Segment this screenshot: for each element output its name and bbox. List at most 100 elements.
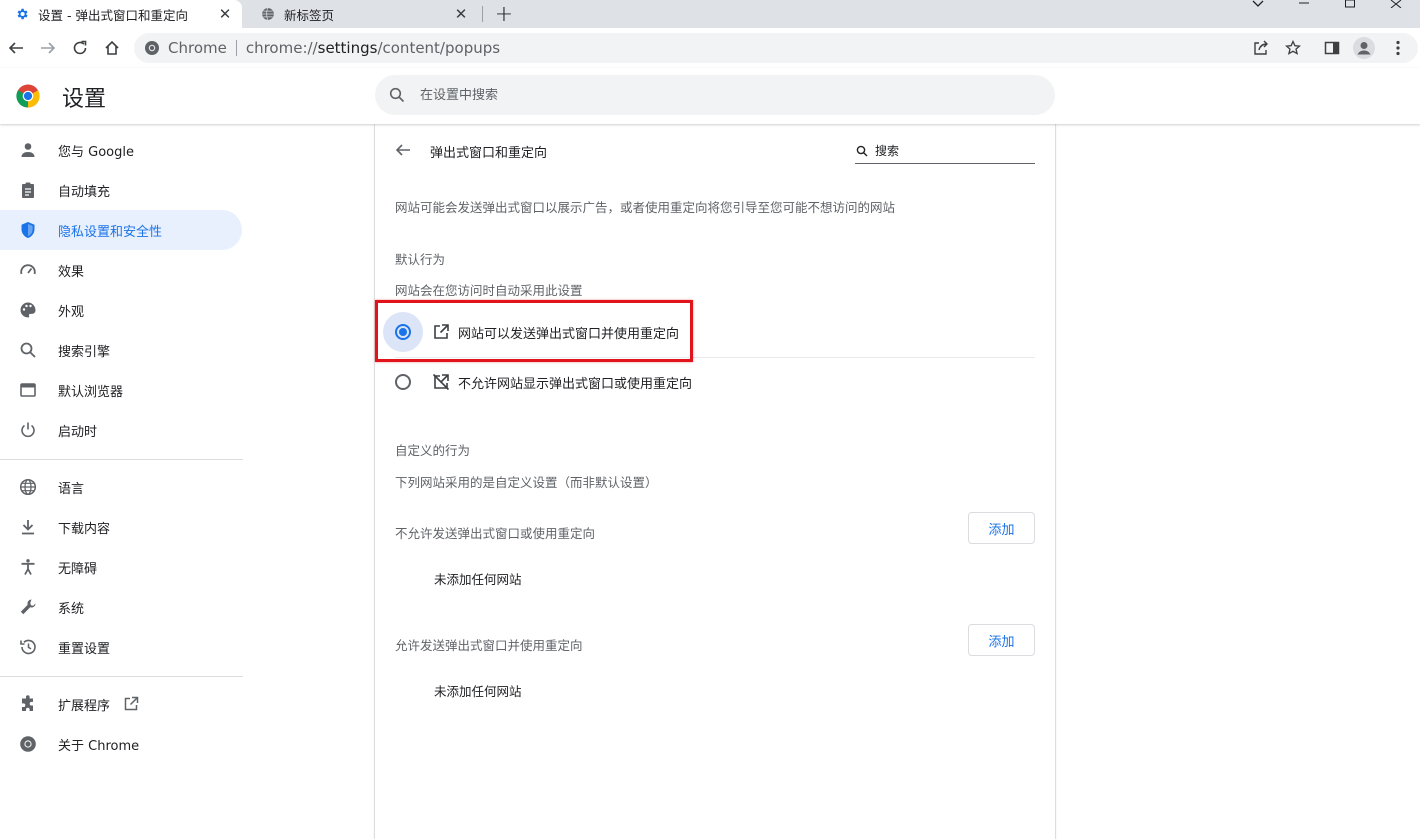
profile-avatar-icon[interactable] xyxy=(1352,36,1376,60)
default-behavior-subtext: 网站会在您访问时自动采用此设置 xyxy=(395,283,583,298)
custom-behavior-subtext: 下列网站采用的是自定义设置（而非默认设置） xyxy=(395,475,658,490)
share-icon[interactable] xyxy=(1249,36,1273,60)
page-title: 设置 xyxy=(62,87,107,112)
sidebar-item-label: 下载内容 xyxy=(58,521,111,537)
sidebar-item-label: 系统 xyxy=(58,601,85,617)
search-icon xyxy=(18,340,38,360)
reload-icon[interactable] xyxy=(68,36,92,60)
new-tab-button[interactable]: + xyxy=(492,2,516,27)
sidebar-item-appearance[interactable]: 外观 xyxy=(0,290,242,330)
tab-settings[interactable]: 设置 - 弹出式窗口和重定向 ✕ xyxy=(0,0,242,28)
close-icon[interactable]: ✕ xyxy=(452,5,470,23)
sidebar-item-label: 外观 xyxy=(58,304,85,320)
maximize-button[interactable] xyxy=(1330,0,1370,10)
sidebar-item-label: 您与 Google xyxy=(58,144,134,160)
settings-search-box[interactable] xyxy=(375,75,1055,115)
forward-arrow-icon[interactable] xyxy=(36,36,60,60)
sidebar-item-privacy-security[interactable]: 隐私设置和安全性 xyxy=(0,210,242,250)
clipboard-icon xyxy=(18,180,38,200)
download-icon xyxy=(18,517,38,537)
sidebar-item-label: 隐私设置和安全性 xyxy=(58,224,163,240)
sidebar-item-label: 启动时 xyxy=(58,424,98,440)
settings-search-input[interactable] xyxy=(420,87,1020,103)
popups-settings-card: 弹出式窗口和重定向 网站可能会发送弹出式窗口以展示广告，或者使用重定向将您引导至… xyxy=(375,124,1055,839)
sidebar-item-autofill[interactable]: 自动填充 xyxy=(0,170,242,210)
menu-dots-icon[interactable] xyxy=(1386,36,1410,60)
globe-icon xyxy=(18,477,38,497)
sidebar-item-label: 关于 Chrome xyxy=(58,738,140,754)
annotation-highlight-box xyxy=(375,300,693,362)
shield-icon xyxy=(18,220,38,240)
sidebar-item-label: 默认浏览器 xyxy=(58,384,124,400)
subpage-search-input[interactable] xyxy=(875,143,1025,158)
sidebar-item-system[interactable]: 系统 xyxy=(0,587,242,627)
open-in-new-icon[interactable] xyxy=(122,695,140,713)
browser-toolbar: Chrome chrome://settings/content/popups xyxy=(0,28,1420,68)
gear-icon xyxy=(15,7,29,21)
sidebar-divider xyxy=(0,459,243,460)
allow-section-label: 允许发送弹出式窗口并使用重定向 xyxy=(395,638,583,653)
popup-description: 网站可能会发送弹出式窗口以展示广告，或者使用重定向将您引导至您可能不想访问的网站 xyxy=(395,200,896,215)
sidebar-nav: 您与 Google 自动填充 隐私设置和安全性 效果 外观 搜索引擎 默认浏览器… xyxy=(0,124,244,839)
tab-strip: 设置 - 弹出式窗口和重定向 ✕ 新标签页 ✕ + xyxy=(0,0,1420,28)
power-icon xyxy=(18,420,38,440)
sidebar-item-extensions[interactable]: 扩展程序 xyxy=(0,684,242,724)
url-host: settings xyxy=(317,39,378,57)
bookmark-star-icon[interactable] xyxy=(1281,36,1305,60)
history-icon xyxy=(18,637,38,657)
sidebar-item-about-chrome[interactable]: 关于 Chrome xyxy=(0,724,242,764)
minimize-button[interactable] xyxy=(1284,0,1324,10)
url-text: chrome://settings/content/popups xyxy=(246,39,500,57)
sidebar-item-label: 语言 xyxy=(58,481,85,497)
sidebar-item-downloads[interactable]: 下载内容 xyxy=(0,507,242,547)
sidebar-item-label: 自动填充 xyxy=(58,184,111,200)
tab-separator xyxy=(482,6,483,22)
sidebar-item-languages[interactable]: 语言 xyxy=(0,467,242,507)
option-block-popups[interactable]: 不允许网站显示弹出式窗口或使用重定向 xyxy=(383,358,1035,406)
sidebar-item-on-startup[interactable]: 启动时 xyxy=(0,410,242,450)
settings-header: 设置 xyxy=(0,68,1420,124)
radio-wrap xyxy=(383,362,423,402)
subpage-title: 弹出式窗口和重定向 xyxy=(430,146,548,161)
allow-empty-text: 未添加任何网站 xyxy=(434,684,522,699)
add-allowed-site-button[interactable]: 添加 xyxy=(968,624,1035,656)
accessibility-icon xyxy=(18,557,38,577)
address-bar[interactable]: Chrome chrome://settings/content/popups xyxy=(134,33,1418,63)
back-arrow-icon[interactable] xyxy=(391,138,415,162)
close-icon[interactable]: ✕ xyxy=(216,5,234,23)
tab-title: 新标签页 xyxy=(284,7,335,23)
side-panel-icon[interactable] xyxy=(1320,36,1344,60)
sidebar-item-performance[interactable]: 效果 xyxy=(0,250,242,290)
sidebar-item-you-and-google[interactable]: 您与 Google xyxy=(0,130,242,170)
speedometer-icon xyxy=(18,260,38,280)
sidebar-item-reset-settings[interactable]: 重置设置 xyxy=(0,627,242,667)
sidebar-item-default-browser[interactable]: 默认浏览器 xyxy=(0,370,242,410)
close-window-button[interactable] xyxy=(1376,0,1416,10)
back-arrow-icon[interactable] xyxy=(4,36,28,60)
popup-blocked-icon xyxy=(431,372,451,392)
site-chip: Chrome xyxy=(168,39,227,57)
tab-title: 设置 - 弹出式窗口和重定向 xyxy=(38,7,188,23)
search-icon xyxy=(855,144,869,158)
sidebar-item-accessibility[interactable]: 无障碍 xyxy=(0,547,242,587)
search-icon xyxy=(388,86,406,104)
sidebar-item-label: 无障碍 xyxy=(58,561,98,577)
sidebar-item-search-engine[interactable]: 搜索引擎 xyxy=(0,330,242,370)
custom-behavior-heading: 自定义的行为 xyxy=(395,443,471,458)
chrome-logo-icon xyxy=(16,84,40,108)
subpage-search[interactable] xyxy=(855,138,1035,164)
radio-block-popups[interactable] xyxy=(395,374,411,390)
add-blocked-site-button[interactable]: 添加 xyxy=(968,512,1035,544)
sidebar-item-label: 重置设置 xyxy=(58,641,111,657)
sidebar-item-label: 效果 xyxy=(58,264,85,280)
omnibox-divider xyxy=(235,40,237,56)
tab-new-tab[interactable]: 新标签页 ✕ xyxy=(246,0,478,28)
tab-search-icon[interactable] xyxy=(1238,0,1278,10)
sidebar-divider xyxy=(0,676,243,677)
wrench-icon xyxy=(18,597,38,617)
globe-icon xyxy=(261,7,275,21)
option-label: 不允许网站显示弹出式窗口或使用重定向 xyxy=(458,376,693,392)
sidebar-item-label: 搜索引擎 xyxy=(58,344,111,360)
home-icon[interactable] xyxy=(100,36,124,60)
url-path: /content/popups xyxy=(377,39,501,57)
